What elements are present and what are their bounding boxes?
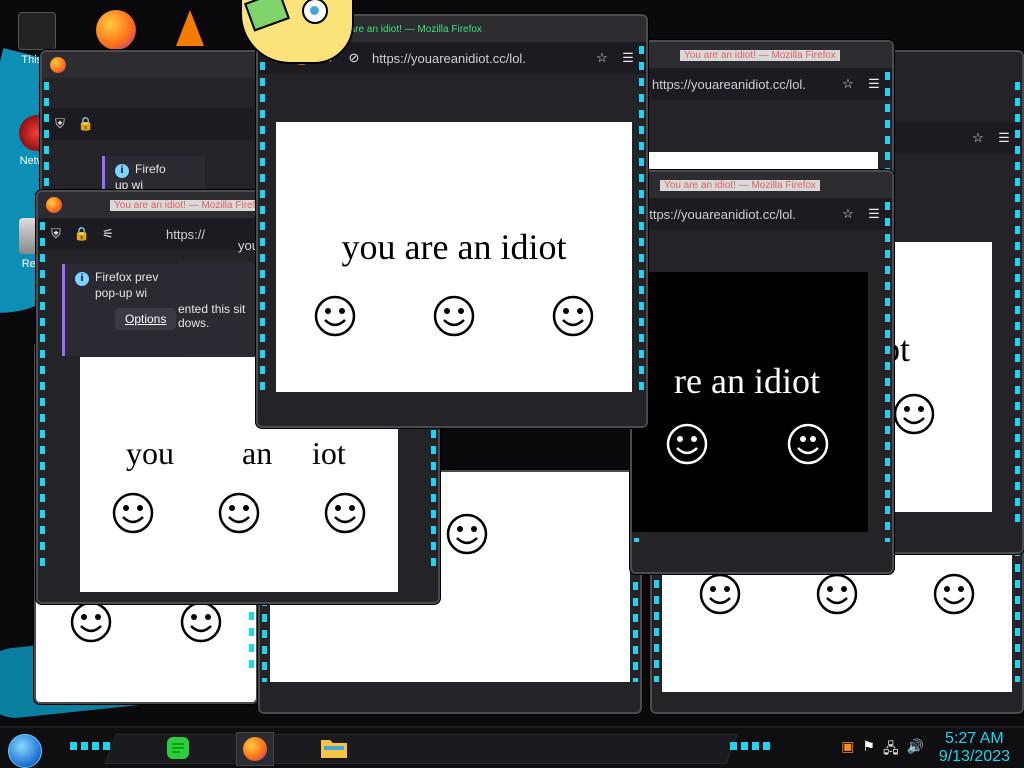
info-icon: i	[115, 164, 129, 178]
nav-toolbar: https://youareanidiot.cc/lol. ☆ ☰	[632, 198, 892, 230]
shield-icon[interactable]: ⛨	[48, 226, 64, 242]
bookmark-star-icon[interactable]: ☆	[840, 76, 856, 92]
folder-icon	[321, 740, 347, 758]
start-button[interactable]	[8, 734, 42, 768]
smiley-icon	[666, 423, 707, 465]
taskbar-app-file-explorer[interactable]	[316, 732, 352, 764]
system-clock[interactable]: 5:27 AM 9/13/2023	[939, 730, 1010, 766]
cartoon-hand	[244, 0, 290, 32]
permissions-icon[interactable]: ⚟	[100, 226, 116, 242]
nav-toolbar: https://youareanidiot.cc/lol. ☆ ☰	[642, 68, 892, 100]
computer-icon	[18, 12, 56, 50]
network-tray-icon[interactable]: 🖧	[883, 738, 899, 762]
window-titlebar[interactable]: You are an idiot! — Mozilla Firefox	[642, 42, 892, 68]
smiley-icon	[446, 513, 488, 555]
clock-date: 9/13/2023	[938, 748, 1010, 765]
window-titlebar[interactable]: You are an idiot! — Mozilla Firefox	[632, 172, 892, 198]
smiley-icon	[112, 492, 154, 534]
taskbar-app-notes[interactable]	[160, 732, 196, 764]
url-bar[interactable]: https://youareanidiot.cc/lol.	[652, 77, 830, 92]
notification-text: Firefox prev	[95, 270, 159, 284]
notification-text: dows.	[178, 316, 210, 330]
page-heading-part: you	[126, 435, 174, 471]
smiley-icon	[218, 492, 260, 534]
firefox-logo-icon	[46, 197, 62, 213]
smiley-icon	[787, 423, 828, 465]
firefox-desktop-icon[interactable]	[96, 10, 136, 50]
window-title: You are an idiot! — Mozilla Firefox	[680, 49, 840, 61]
menu-hamburger-icon[interactable]: ☰	[996, 130, 1012, 146]
desktop: This P Networ Recyc	[0, 0, 1024, 768]
firefox-window-front[interactable]: You are an idiot! — Mozilla Firefox ⛨ 🔒 …	[256, 14, 648, 428]
app-tray-icon[interactable]: ▣	[841, 738, 854, 762]
smiley-icon	[816, 573, 858, 615]
lock-icon[interactable]: 🔒	[74, 226, 90, 242]
page-content: you are an idiot	[276, 122, 632, 392]
smiley-icon	[315, 295, 356, 337]
notification-text: Firefo	[135, 162, 166, 176]
smiley-icon	[324, 492, 366, 534]
bookmark-star-icon[interactable]: ☆	[840, 206, 856, 222]
clock-time: 5:27 AM	[945, 730, 1004, 747]
smiley-row	[276, 294, 632, 338]
volume-icon[interactable]: 🔊	[907, 738, 924, 762]
taskbar-accent-dots	[70, 742, 110, 750]
page-content: ot	[882, 242, 992, 512]
page-heading: you are an idiot	[341, 227, 567, 267]
page-content: re an idiot	[632, 272, 868, 532]
lock-icon[interactable]: 🔒	[78, 116, 94, 132]
menu-hamburger-icon[interactable]: ☰	[620, 50, 636, 66]
smiley-icon	[433, 295, 475, 337]
info-icon: i	[75, 272, 89, 286]
options-button[interactable]: Options	[115, 308, 177, 330]
smiley-icon	[552, 295, 593, 337]
window-title: You are an idiot! — Mozilla Firefox	[660, 179, 820, 191]
smiley-icon	[700, 573, 741, 615]
smiley-icon	[180, 601, 222, 643]
url-bar[interactable]: https://youareanidiot.cc/lol.	[642, 207, 830, 222]
bookmark-star-icon[interactable]: ☆	[594, 50, 610, 66]
autoplay-blocked-icon[interactable]: ⊘	[346, 50, 362, 66]
taskbar: ▣ ⚑ 🖧 🔊 5:27 AM 9/13/2023	[0, 726, 1024, 768]
smiley-icon	[933, 573, 974, 615]
firefox-logo-icon	[50, 57, 66, 73]
page-heading-part: iot	[312, 435, 346, 471]
smiley-row	[632, 422, 868, 466]
menu-hamburger-icon[interactable]: ☰	[866, 76, 882, 92]
nav-toolbar: ⛨ 🔒	[42, 108, 282, 140]
cartoon-eye	[302, 0, 328, 24]
notification-text: ented this sit	[178, 302, 246, 316]
smiley-icon	[70, 601, 112, 643]
smiley-row	[662, 572, 1012, 616]
page-heading: re an idiot	[674, 361, 820, 401]
system-tray: ▣ ⚑ 🖧 🔊	[841, 738, 924, 762]
menu-hamburger-icon[interactable]: ☰	[866, 206, 882, 222]
vlc-desktop-icon[interactable]	[176, 10, 204, 46]
url-bar[interactable]: https://youareanidiot.cc/lol.	[372, 51, 584, 66]
smiley-icon	[893, 393, 935, 435]
firefox-window-dark[interactable]: You are an idiot! — Mozilla Firefox http…	[630, 170, 894, 574]
page-heading: ot	[882, 329, 911, 369]
page-heading-part: an	[242, 435, 273, 471]
smiley-row	[80, 491, 398, 535]
notification-text: pop-up wi	[95, 286, 148, 300]
taskbar-decoration	[104, 734, 738, 764]
window-titlebar[interactable]	[42, 52, 282, 78]
taskbar-app-firefox[interactable]	[236, 732, 274, 766]
window-title: You are an idiot! — Mozilla Firefox	[110, 199, 270, 211]
smiley-row	[36, 600, 256, 644]
notes-app-icon	[167, 737, 189, 759]
shield-icon[interactable]: ⛨	[52, 116, 68, 132]
flag-icon[interactable]: ⚑	[862, 738, 875, 762]
taskbar-accent-dots	[730, 742, 770, 750]
firefox-logo-icon	[243, 737, 267, 761]
bookmark-star-icon[interactable]: ☆	[970, 130, 986, 146]
